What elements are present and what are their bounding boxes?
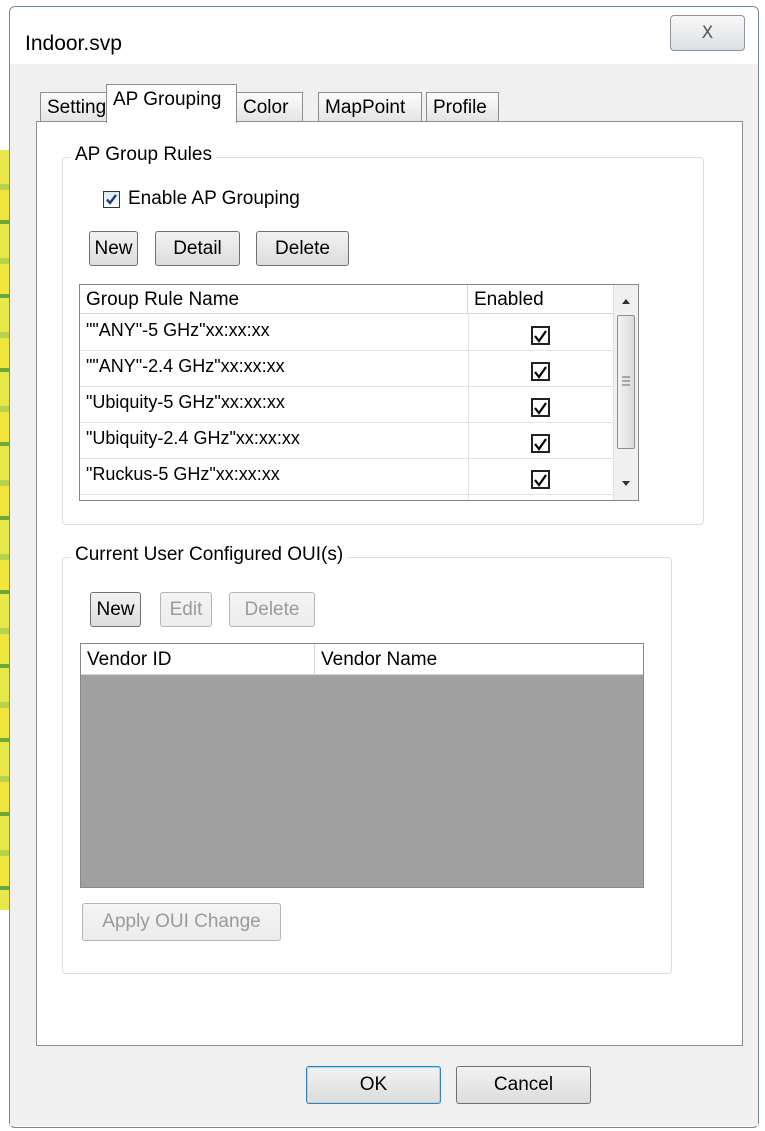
table-row[interactable]: "Ubiquity-5 GHz"xx:xx:xx — [80, 386, 614, 422]
column-header-vendor-name[interactable]: Vendor Name — [315, 644, 643, 675]
rule-enabled-checkbox[interactable] — [531, 434, 550, 453]
rule-name: "Ubiquity-2.4 GHz"xx:xx:xx — [86, 428, 300, 448]
column-header-group-rule-name[interactable]: Group Rule Name — [80, 285, 468, 314]
oui-group-label: Current User Configured OUI(s) — [71, 544, 348, 566]
rule-enabled-checkbox[interactable] — [531, 362, 550, 381]
checkmark-icon — [534, 402, 547, 415]
column-header-enabled[interactable]: Enabled — [468, 285, 614, 314]
ap-grouping-page: AP Group Rules Enable AP Grouping New De… — [36, 121, 743, 1046]
tab-label: Color — [243, 97, 289, 118]
tab-settings[interactable]: Settings — [40, 92, 116, 122]
rule-name: ""ANY"-2.4 GHz"xx:xx:xx — [86, 356, 285, 376]
button-label: Edit — [169, 599, 203, 620]
ap-group-rules-label: AP Group Rules — [71, 144, 216, 166]
scroll-up-arrow-icon[interactable] — [614, 291, 638, 311]
cancel-button[interactable]: Cancel — [456, 1066, 591, 1104]
tab-label: Profile — [433, 97, 487, 118]
header-label: Enabled — [474, 289, 544, 310]
group-rules-list[interactable]: Group Rule Name Enabled ""ANY"-5 GHz"xx:… — [79, 284, 639, 501]
edit-oui-button[interactable]: Edit — [160, 592, 212, 627]
header-label: Vendor Name — [321, 649, 438, 670]
tab-color[interactable]: Color — [236, 92, 303, 122]
dialog-window: Indoor.svp X Settings AP Grouping Color … — [9, 6, 759, 1128]
checkmark-icon — [534, 438, 547, 451]
rule-name: ""ANY"-5 GHz"xx:xx:xx — [86, 320, 270, 340]
delete-rule-button[interactable]: Delete — [256, 231, 349, 266]
button-label: Delete — [244, 599, 300, 620]
button-label: Cancel — [493, 1074, 554, 1095]
rule-name: "Ruckus-5 GHz"xx:xx:xx — [86, 464, 280, 484]
button-label: New — [94, 238, 133, 259]
scroll-down-arrow-icon[interactable] — [614, 473, 638, 493]
enable-ap-grouping-checkbox[interactable] — [103, 191, 120, 208]
button-label: Delete — [275, 238, 330, 259]
delete-oui-button[interactable]: Delete — [229, 592, 315, 627]
rule-enabled-checkbox[interactable] — [531, 470, 550, 489]
rule-enabled-checkbox[interactable] — [531, 326, 550, 345]
rule-name: "Ubiquity-5 GHz"xx:xx:xx — [86, 392, 285, 412]
ok-button[interactable]: OK — [306, 1066, 441, 1104]
close-icon: X — [701, 23, 714, 43]
detail-rule-button[interactable]: Detail — [155, 231, 240, 266]
scroll-grip-icon — [622, 376, 630, 386]
header-label: Vendor ID — [87, 649, 172, 670]
oui-vendor-list[interactable]: Vendor ID Vendor Name — [80, 643, 644, 888]
tab-mappoint[interactable]: MapPoint — [318, 92, 422, 122]
tab-ap-grouping[interactable]: AP Grouping — [106, 84, 237, 123]
table-row[interactable]: "Ruckus-5 GHz"xx:xx:xx — [80, 458, 614, 494]
checkmark-icon — [534, 474, 547, 487]
button-label: OK — [359, 1074, 388, 1095]
button-label: New — [96, 599, 135, 620]
tab-profile[interactable]: Profile — [426, 92, 499, 122]
table-row[interactable]: ""ANY"-5 GHz"xx:xx:xx — [80, 314, 614, 350]
new-oui-button[interactable]: New — [90, 592, 141, 627]
enable-ap-grouping-label[interactable]: Enable AP Grouping — [128, 188, 300, 210]
button-label: Detail — [173, 238, 222, 259]
header-label: Group Rule Name — [86, 289, 240, 310]
checkmark-icon — [106, 194, 117, 205]
row-divider — [80, 494, 614, 495]
checkmark-icon — [534, 330, 547, 343]
tab-label: AP Grouping — [113, 89, 222, 110]
table-row[interactable]: ""ANY"-2.4 GHz"xx:xx:xx — [80, 350, 614, 386]
column-header-vendor-id[interactable]: Vendor ID — [81, 644, 315, 675]
tab-label: MapPoint — [325, 97, 406, 118]
vertical-scrollbar[interactable] — [613, 285, 638, 500]
checkmark-icon — [534, 366, 547, 379]
dialog-client-area: Settings AP Grouping Color MapPoint Prof… — [10, 64, 758, 1126]
window-title: Indoor.svp — [25, 32, 122, 55]
button-label: Apply OUI Change — [102, 911, 261, 932]
rule-enabled-checkbox[interactable] — [531, 398, 550, 417]
apply-oui-change-button[interactable]: Apply OUI Change — [82, 903, 281, 941]
oui-group: Current User Configured OUI(s) New Edit … — [62, 544, 672, 974]
table-row[interactable]: "Ubiquity-2.4 GHz"xx:xx:xx — [80, 422, 614, 458]
close-button[interactable]: X — [670, 15, 745, 51]
ap-group-rules-group: AP Group Rules Enable AP Grouping New De… — [62, 144, 704, 525]
scrollbar-thumb[interactable] — [617, 315, 635, 449]
new-rule-button[interactable]: New — [89, 231, 138, 266]
title-bar[interactable]: Indoor.svp X — [10, 7, 758, 65]
